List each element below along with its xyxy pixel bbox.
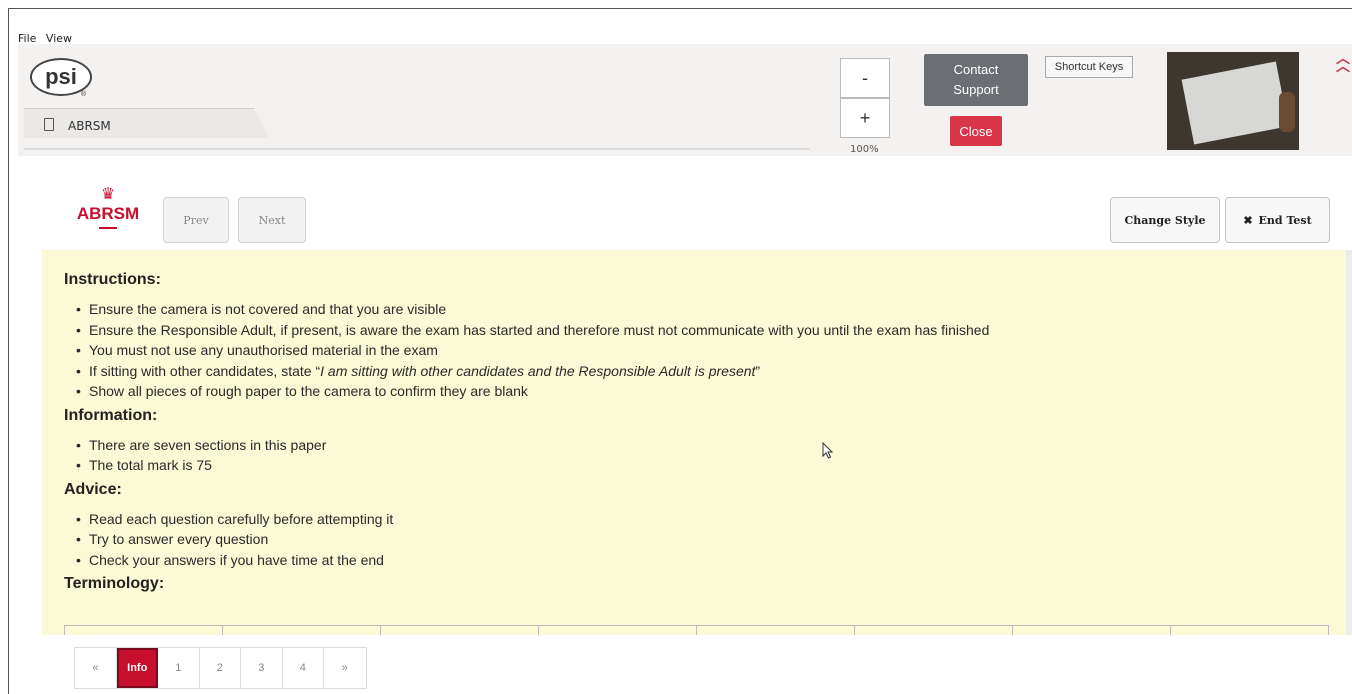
webcam-paper — [1181, 61, 1289, 145]
table-cell — [697, 626, 855, 635]
abrsm-logo: ♛ ABRSM — [72, 186, 144, 240]
crown-icon: ♛ — [100, 186, 116, 203]
list-item: Ensure the camera is not covered and tha… — [64, 299, 1352, 320]
logo-underline — [99, 227, 117, 229]
statement-emphasis: I am sitting with other candidates and t… — [320, 362, 756, 379]
zoom-level: 100% — [850, 144, 879, 155]
registered-mark: ® — [80, 91, 86, 98]
statement-suffix: ” — [755, 362, 761, 379]
zoom-out-button[interactable]: - — [840, 58, 890, 98]
list-item: Ensure the Responsible Adult, if present… — [64, 320, 1352, 341]
shortcut-keys-button[interactable]: Shortcut Keys — [1045, 56, 1133, 78]
table-cell — [223, 626, 381, 635]
advice-heading: Advice: — [64, 480, 122, 498]
page-first[interactable]: « — [75, 648, 117, 688]
list-item: If sitting with other candidates, state … — [64, 361, 1352, 382]
prev-button[interactable]: Prev — [163, 197, 229, 243]
change-style-button[interactable]: Change Style — [1110, 197, 1220, 243]
mouse-cursor-icon — [822, 442, 834, 459]
table-cell — [65, 626, 223, 635]
page-info[interactable]: Info — [116, 648, 158, 688]
psi-logo-text: psi — [45, 64, 77, 89]
next-button[interactable]: Next — [238, 197, 306, 243]
page-2[interactable]: 2 — [200, 648, 241, 688]
change-style-label: Change Style — [1124, 213, 1206, 227]
advice-list: Read each question carefully before atte… — [64, 509, 1352, 571]
abrsm-logo-text: ABRSM — [76, 204, 140, 223]
zoom-in-button[interactable]: + — [840, 98, 890, 138]
instructions-panel: Instructions: Ensure the camera is not c… — [42, 250, 1352, 635]
table-cell — [1171, 626, 1328, 635]
content-scrollbar[interactable] — [1346, 250, 1352, 635]
double-chevron-up-icon[interactable]: ︿ ︿ — [1336, 51, 1350, 73]
terminology-table — [64, 625, 1329, 635]
table-cell — [381, 626, 539, 635]
page-4[interactable]: 4 — [283, 648, 324, 688]
end-test-label: End Test — [1258, 213, 1312, 227]
page-1[interactable]: 1 — [158, 648, 200, 688]
list-item: There are seven sections in this paper — [64, 435, 1352, 456]
exam-tab-label: ABRSM — [68, 119, 111, 133]
page-last[interactable]: » — [324, 648, 366, 688]
list-item: Show all pieces of rough paper to the ca… — [64, 381, 1352, 402]
close-button[interactable]: Close — [950, 116, 1002, 146]
list-item: Read each question carefully before atte… — [64, 509, 1352, 530]
table-cell — [855, 626, 1013, 635]
contact-support-button[interactable]: Contact Support — [924, 54, 1028, 106]
instructions-heading: Instructions: — [64, 271, 161, 288]
app-toolbar — [18, 44, 1352, 156]
list-item: The total mark is 75 — [64, 455, 1352, 476]
information-list: There are seven sections in this paper T… — [64, 435, 1352, 476]
list-item: You must not use any unauthorised materi… — [64, 340, 1352, 361]
pagination: « Info 1 2 3 4 » — [74, 647, 367, 689]
tab-divider — [24, 148, 810, 150]
page-3[interactable]: 3 — [241, 648, 283, 688]
psi-logo: psi ® — [30, 58, 92, 98]
table-cell — [1013, 626, 1171, 635]
webcam-preview — [1167, 52, 1299, 150]
instructions-list: Ensure the camera is not covered and tha… — [64, 299, 1352, 402]
contact-label-line2: Support — [953, 82, 999, 97]
list-item: Check your answers if you have time at t… — [64, 550, 1352, 571]
exam-tab[interactable] — [24, 108, 269, 138]
table-cell — [539, 626, 697, 635]
webcam-hand — [1279, 92, 1295, 132]
contact-label-line1: Contact — [953, 62, 999, 77]
terminology-heading: Terminology: — [64, 575, 165, 592]
end-test-button[interactable]: ✖ End Test — [1225, 197, 1330, 243]
list-item: Try to answer every question — [64, 529, 1352, 550]
information-heading: Information: — [64, 406, 158, 424]
close-icon: ✖ — [1243, 213, 1253, 227]
document-icon — [44, 118, 54, 131]
statement-prefix: If sitting with other candidates, state … — [89, 362, 321, 379]
